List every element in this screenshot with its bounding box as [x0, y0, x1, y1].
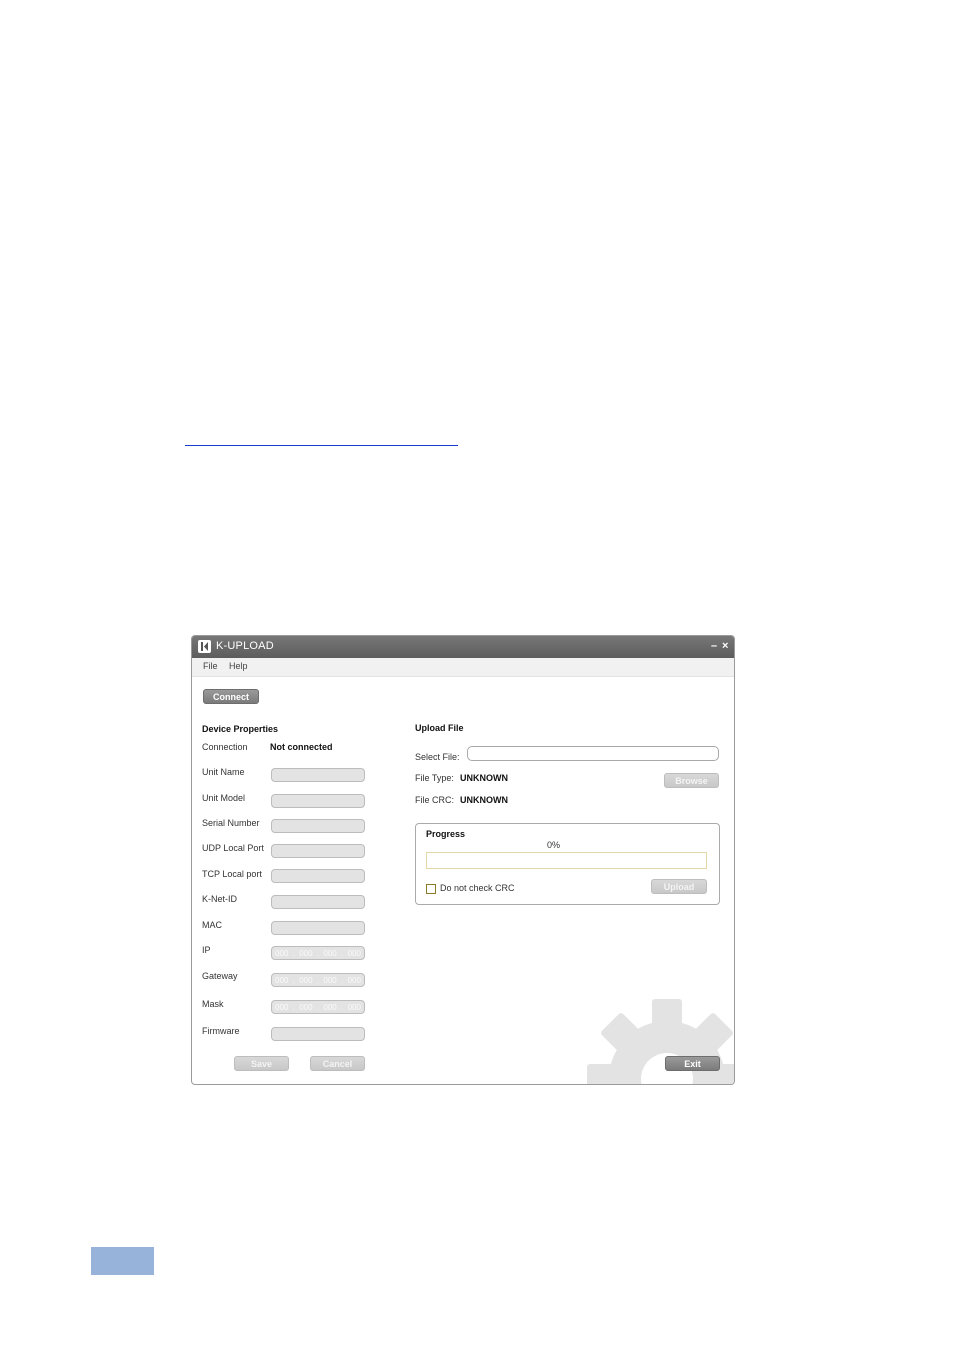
ip-octet: 000 [275, 948, 289, 958]
ip-octet: 000 [347, 948, 361, 958]
file-crc-value: UNKNOWN [460, 795, 508, 805]
menu-help[interactable]: Help [229, 661, 248, 671]
tcp-local-port-field[interactable] [271, 869, 365, 883]
exit-button[interactable]: Exit [665, 1056, 720, 1071]
ip-octet: 000 [275, 975, 289, 985]
file-type-label: File Type: [415, 773, 454, 783]
ip-dot: . [292, 1002, 295, 1012]
serial-number-label: Serial Number [202, 818, 260, 828]
ip-dot: . [316, 975, 320, 985]
select-file-input[interactable] [467, 746, 719, 761]
browse-button[interactable]: Browse [664, 773, 719, 788]
unit-model-field[interactable] [271, 794, 365, 808]
ip-octet: 000 [347, 975, 361, 985]
ip-label: IP [202, 945, 211, 955]
upload-button[interactable]: Upload [651, 879, 707, 894]
ip-octet: 000 [299, 1002, 313, 1012]
connect-button[interactable]: Connect [203, 689, 259, 704]
file-type-value: UNKNOWN [460, 773, 508, 783]
mask-label: Mask [202, 999, 224, 1009]
ip-dot: . [316, 1002, 320, 1012]
udp-local-port-field[interactable] [271, 844, 365, 858]
no-crc-checkbox[interactable] [426, 884, 436, 894]
connection-label: Connection [202, 742, 248, 752]
ip-dot: . [292, 948, 295, 958]
unit-model-label: Unit Model [202, 793, 246, 803]
device-properties-heading: Device Properties [202, 724, 279, 734]
ip-octet: 000 [299, 948, 313, 958]
gear-watermark-icon [587, 999, 734, 1084]
hyperlink-underline[interactable] [185, 445, 458, 446]
mac-field[interactable] [271, 921, 365, 935]
menu-bar: File Help [192, 658, 734, 677]
file-crc-label: File CRC: [415, 795, 455, 805]
save-button[interactable]: Save [234, 1056, 289, 1071]
ip-octet: 000 [323, 1002, 337, 1012]
minimize-button[interactable]: – [711, 639, 717, 653]
mask-field[interactable]: 000. 000. 000. 000 [271, 1000, 365, 1014]
progress-bar [426, 852, 707, 869]
menu-file[interactable]: File [203, 661, 218, 671]
ip-dot: . [292, 975, 295, 985]
title-bar[interactable]: K-UPLOAD – × [192, 636, 734, 658]
firmware-field[interactable] [271, 1027, 365, 1041]
ip-dot: . [341, 1002, 344, 1012]
ip-octet: 000 [323, 975, 337, 985]
select-file-label: Select File: [415, 752, 460, 762]
kramer-logo-icon [198, 640, 211, 653]
page-number-tab [91, 1247, 154, 1275]
unit-name-field[interactable] [271, 768, 365, 782]
progress-heading: Progress [426, 829, 466, 839]
serial-number-field[interactable] [271, 819, 365, 833]
tcp-local-port-label: TCP Local port [202, 869, 262, 879]
ip-field[interactable]: 000. 000. 000. 000 [271, 946, 365, 960]
gateway-field[interactable]: 000. 000. 000. 000 [271, 973, 365, 987]
unit-name-label: Unit Name [202, 767, 245, 777]
firmware-label: Firmware [202, 1026, 240, 1036]
k-upload-window: K-UPLOAD – × File Help Connect Device Pr… [191, 635, 735, 1085]
upload-file-heading: Upload File [415, 723, 464, 733]
ip-dot: . [316, 948, 320, 958]
cancel-button[interactable]: Cancel [310, 1056, 365, 1071]
window-title: K-UPLOAD [216, 640, 274, 652]
udp-local-port-label: UDP Local Port [202, 843, 264, 853]
k-net-id-field[interactable] [271, 895, 365, 909]
ip-dot: . [341, 948, 344, 958]
ip-octet: 000 [347, 1002, 361, 1012]
no-crc-label: Do not check CRC [440, 883, 515, 893]
mac-label: MAC [202, 920, 222, 930]
close-button[interactable]: × [722, 639, 728, 653]
gateway-label: Gateway [202, 971, 238, 981]
ip-dot: . [341, 975, 344, 985]
ip-octet: 000 [323, 948, 337, 958]
connection-status: Not connected [270, 742, 333, 752]
k-net-id-label: K-Net-ID [202, 894, 238, 904]
progress-group: Progress 0% Do not check CRC Upload [415, 823, 720, 905]
ip-octet: 000 [299, 975, 313, 985]
ip-octet: 000 [275, 1002, 289, 1012]
progress-percent: 0% [547, 840, 561, 850]
